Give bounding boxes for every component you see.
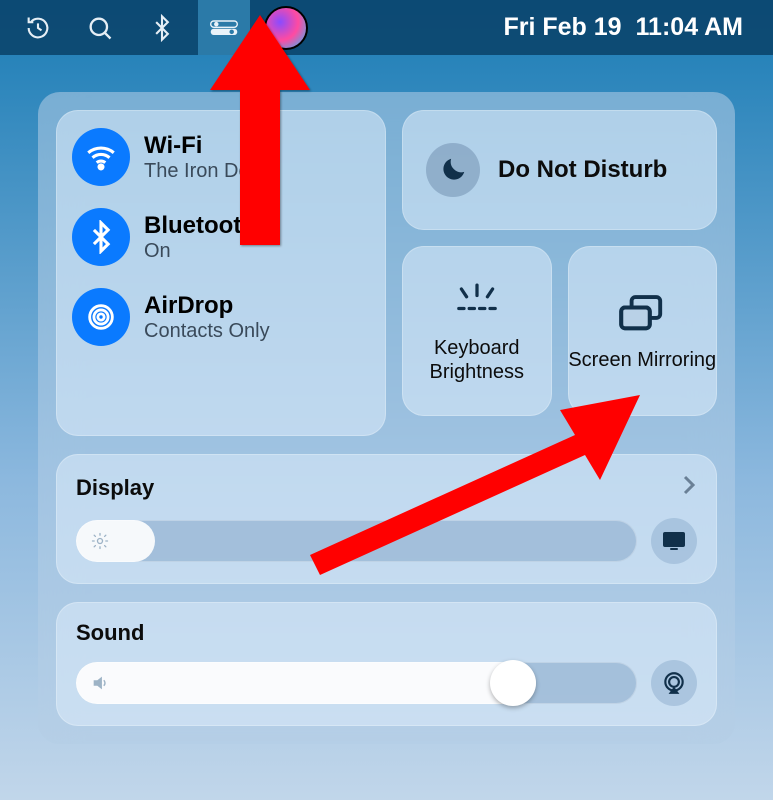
bluetooth-title: Bluetooth [144, 212, 256, 240]
display-brightness-slider[interactable] [76, 520, 637, 562]
airdrop-icon [72, 288, 130, 346]
dnd-title: Do Not Disturb [498, 156, 667, 184]
wifi-title: Wi-Fi [144, 132, 277, 160]
chevron-right-icon [681, 473, 697, 497]
sound-card: Sound [56, 602, 717, 726]
display-disclosure[interactable] [681, 472, 697, 504]
wifi-toggle[interactable]: Wi-Fi The Iron Dome [72, 128, 370, 186]
screen-mirroring-label: Screen Mirroring [568, 348, 716, 372]
control-center-menu[interactable] [198, 0, 250, 55]
bluetooth-toggle[interactable]: Bluetooth On [72, 208, 370, 266]
search-icon [86, 14, 114, 42]
sound-title: Sound [76, 620, 697, 646]
menubar-date: Fri Feb 19 [503, 13, 621, 42]
display-card: Display [56, 454, 717, 584]
bluetooth-menu[interactable] [136, 0, 188, 55]
sound-volume-slider[interactable] [76, 662, 637, 704]
brightness-low-icon [90, 531, 110, 551]
screen-mirroring-button[interactable]: Screen Mirroring [568, 246, 718, 416]
wifi-icon [72, 128, 130, 186]
speaker-icon [90, 672, 112, 694]
airplay-audio-button[interactable] [651, 660, 697, 706]
menu-bar-left [12, 0, 312, 55]
wifi-sub: The Iron Dome [144, 160, 277, 182]
external-display-button[interactable] [651, 518, 697, 564]
clock-arrow-icon [24, 14, 52, 42]
keyboard-brightness-icon [451, 278, 503, 326]
bluetooth-icon [148, 14, 176, 42]
time-machine-menu[interactable] [12, 0, 64, 55]
keyboard-brightness-button[interactable]: Keyboard Brightness [402, 246, 552, 416]
bluetooth-icon [72, 208, 130, 266]
airdrop-title: AirDrop [144, 292, 270, 320]
control-center-icon [210, 14, 238, 42]
spotlight-menu[interactable] [74, 0, 126, 55]
airdrop-toggle[interactable]: AirDrop Contacts Only [72, 288, 370, 346]
screen-mirroring-icon [616, 290, 668, 338]
bluetooth-sub: On [144, 240, 256, 262]
siri-menu[interactable] [260, 0, 312, 55]
connectivity-card: Wi-Fi The Iron Dome Bluetooth On AirDr [56, 110, 386, 436]
menu-bar-clock[interactable]: Fri Feb 19 11:04 AM [503, 13, 761, 42]
menu-bar: Fri Feb 19 11:04 AM [0, 0, 773, 55]
display-title: Display [76, 475, 154, 501]
keyboard-brightness-label: Keyboard Brightness [402, 336, 552, 384]
do-not-disturb-toggle[interactable]: Do Not Disturb [402, 110, 717, 230]
airplay-audio-icon [661, 670, 687, 696]
menubar-time: 11:04 AM [636, 13, 743, 42]
airdrop-sub: Contacts Only [144, 320, 270, 342]
moon-icon [426, 143, 480, 197]
display-icon [661, 530, 687, 552]
siri-icon [264, 6, 308, 50]
control-center-panel: Wi-Fi The Iron Dome Bluetooth On AirDr [38, 92, 735, 744]
